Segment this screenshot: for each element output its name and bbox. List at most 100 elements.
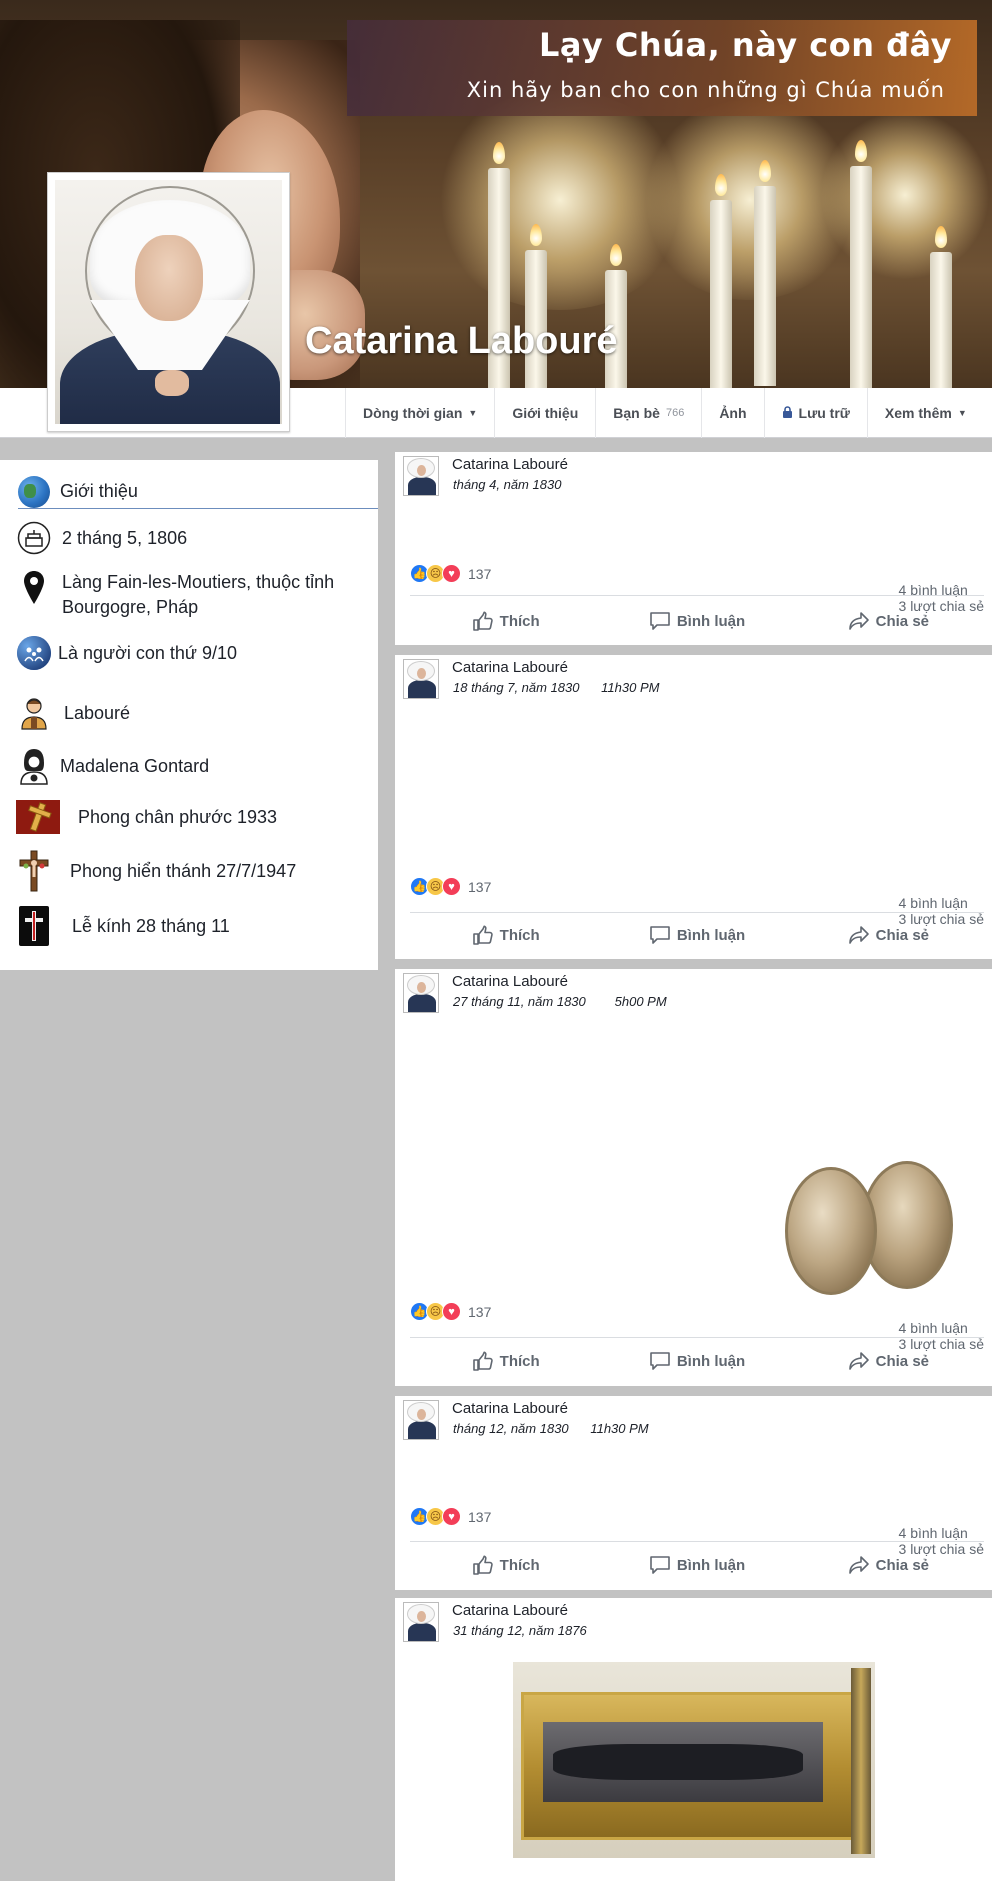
reactions[interactable]: 👍 ☹ ♥ 137: [410, 1507, 491, 1526]
candle-flame: [610, 244, 622, 266]
share-button[interactable]: Chia sẻ: [793, 1550, 984, 1580]
crucifix-icon: [16, 850, 52, 892]
post: Catarina Labouré 18 tháng 7, năm 1830 11…: [395, 655, 992, 959]
like-button[interactable]: Thích: [410, 1346, 601, 1376]
share-icon: [848, 612, 869, 630]
post-avatar[interactable]: [403, 456, 439, 496]
divider: [410, 595, 984, 596]
post-actions: Thích Bình luận Chia sẻ: [410, 606, 984, 636]
comment-button[interactable]: Bình luận: [601, 1346, 792, 1376]
tab-more[interactable]: Xem thêm ▼: [866, 388, 984, 438]
share-icon: [848, 1352, 869, 1370]
profile-name[interactable]: Catarina Labouré: [305, 320, 618, 363]
action-label: Thích: [499, 612, 540, 630]
intro-canonized: Phong hiển thánh 27/7/1947: [16, 850, 296, 892]
tab-photos[interactable]: Ảnh: [701, 388, 763, 438]
intro-title: Giới thiệu: [60, 481, 138, 501]
post-author[interactable]: Catarina Labouré: [452, 456, 568, 473]
intro-text: Lễ kính 28 tháng 11: [72, 915, 230, 936]
post-date[interactable]: 31 tháng 12, năm 1876: [453, 1623, 587, 1638]
miraculous-medal-image: [785, 1159, 955, 1299]
thumbs-up-icon: [472, 925, 493, 945]
reaction-count: 137: [468, 565, 492, 582]
post-author[interactable]: Catarina Labouré: [452, 659, 568, 676]
tab-archive[interactable]: Lưu trữ: [763, 388, 867, 438]
candle-flame: [715, 174, 727, 196]
post-avatar[interactable]: [403, 1400, 439, 1440]
candle: [525, 250, 547, 388]
share-icon: [848, 926, 869, 944]
reaction-count: 137: [468, 878, 492, 895]
action-label: Thích: [499, 926, 540, 944]
post-avatar[interactable]: [403, 973, 439, 1013]
post-actions: Thích Bình luận Chia sẻ: [410, 1346, 984, 1376]
tab-timeline[interactable]: Dòng thời gian ▼: [345, 388, 494, 438]
candle: [754, 186, 776, 386]
comment-count[interactable]: 4 bình luận: [899, 1320, 968, 1336]
candle-glow: [820, 110, 990, 280]
friends-count: 766: [665, 407, 685, 419]
post-stats: 👍 ☹ ♥ 137 4 bình luận 3 lượt chia sẻ: [410, 1507, 984, 1557]
reactions[interactable]: 👍 ☹ ♥ 137: [410, 877, 491, 896]
post-avatar[interactable]: [403, 659, 439, 699]
intro-mother: Madalena Gontard: [16, 748, 210, 785]
comment-count[interactable]: 4 bình luận: [899, 1525, 968, 1541]
tab-friends[interactable]: Bạn bè 766: [595, 388, 701, 438]
banner-title: Lạy Chúa, này con đây: [538, 26, 952, 64]
profile-picture[interactable]: [47, 172, 290, 432]
comment-count[interactable]: 4 bình luận: [899, 895, 968, 911]
candle: [930, 252, 952, 388]
intro-father: Labouré: [16, 695, 130, 731]
intro-header: Giới thiệu: [18, 475, 378, 509]
intro-text: Labouré: [64, 702, 131, 723]
post-author[interactable]: Catarina Labouré: [452, 1400, 568, 1417]
post-date[interactable]: tháng 12, năm 1830 11h30 PM: [453, 1421, 649, 1436]
divider: [410, 1541, 984, 1542]
post-avatar[interactable]: [403, 1602, 439, 1642]
share-button[interactable]: Chia sẻ: [793, 920, 984, 950]
post-date[interactable]: 27 tháng 11, năm 1830 5h00 PM: [453, 994, 667, 1009]
share-button[interactable]: Chia sẻ: [793, 1346, 984, 1376]
intro-feast-day: Lễ kính 28 tháng 11: [16, 906, 230, 946]
tab-about[interactable]: Giới thiệu: [494, 388, 595, 438]
tab-label: Bạn bè: [613, 405, 660, 421]
share-button[interactable]: Chia sẻ: [793, 606, 984, 636]
thumbs-up-icon: [472, 1351, 493, 1371]
post-author[interactable]: Catarina Labouré: [452, 973, 568, 990]
post-date[interactable]: 18 tháng 7, năm 1830 11h30 PM: [453, 680, 659, 695]
action-label: Bình luận: [676, 926, 746, 944]
action-label: Bình luận: [676, 1556, 746, 1574]
comment-button[interactable]: Bình luận: [601, 606, 792, 636]
thumbs-up-icon: [472, 1555, 493, 1575]
reactions[interactable]: 👍 ☹ ♥ 137: [410, 1302, 491, 1321]
like-button[interactable]: Thích: [410, 920, 601, 950]
intro-hometown: Làng Fain-les-Moutiers, thuộc tỉnh Bourg…: [16, 570, 366, 620]
comment-icon: [650, 1556, 670, 1574]
father-icon: [16, 695, 52, 731]
caret-down-icon: ▼: [957, 408, 967, 418]
reactions[interactable]: 👍 ☹ ♥ 137: [410, 564, 491, 583]
tab-label: Ảnh: [719, 405, 747, 421]
candle: [710, 200, 732, 388]
comment-icon: [650, 612, 670, 630]
comment-icon: [650, 1352, 670, 1370]
candle-flame: [935, 226, 947, 248]
intro-text: Madalena Gontard: [60, 755, 210, 776]
comment-button[interactable]: Bình luận: [601, 920, 792, 950]
intro-text: Phong hiển thánh 27/7/1947: [70, 860, 297, 881]
post-author[interactable]: Catarina Labouré: [452, 1602, 568, 1619]
banner-subtitle: Xin hãy ban cho con những gì Chúa muốn: [466, 78, 945, 102]
post-actions: Thích Bình luận Chia sẻ: [410, 920, 984, 950]
like-button[interactable]: Thích: [410, 1550, 601, 1580]
tab-label: Giới thiệu: [512, 405, 579, 421]
post-actions: Thích Bình luận Chia sẻ: [410, 1550, 984, 1580]
action-label: Bình luận: [676, 1352, 746, 1370]
incorrupt-body-shrine-image[interactable]: [513, 1662, 875, 1858]
comment-button[interactable]: Bình luận: [601, 1550, 792, 1580]
post-date[interactable]: tháng 4, năm 1830: [453, 477, 561, 492]
divider: [410, 1337, 984, 1338]
cross-badge-icon: [16, 906, 52, 946]
like-button[interactable]: Thích: [410, 606, 601, 636]
intro-panel: Giới thiệu 2 tháng 5, 1806 Làng Fain-les…: [0, 460, 378, 970]
intro-text: 2 tháng 5, 1806: [62, 527, 188, 548]
